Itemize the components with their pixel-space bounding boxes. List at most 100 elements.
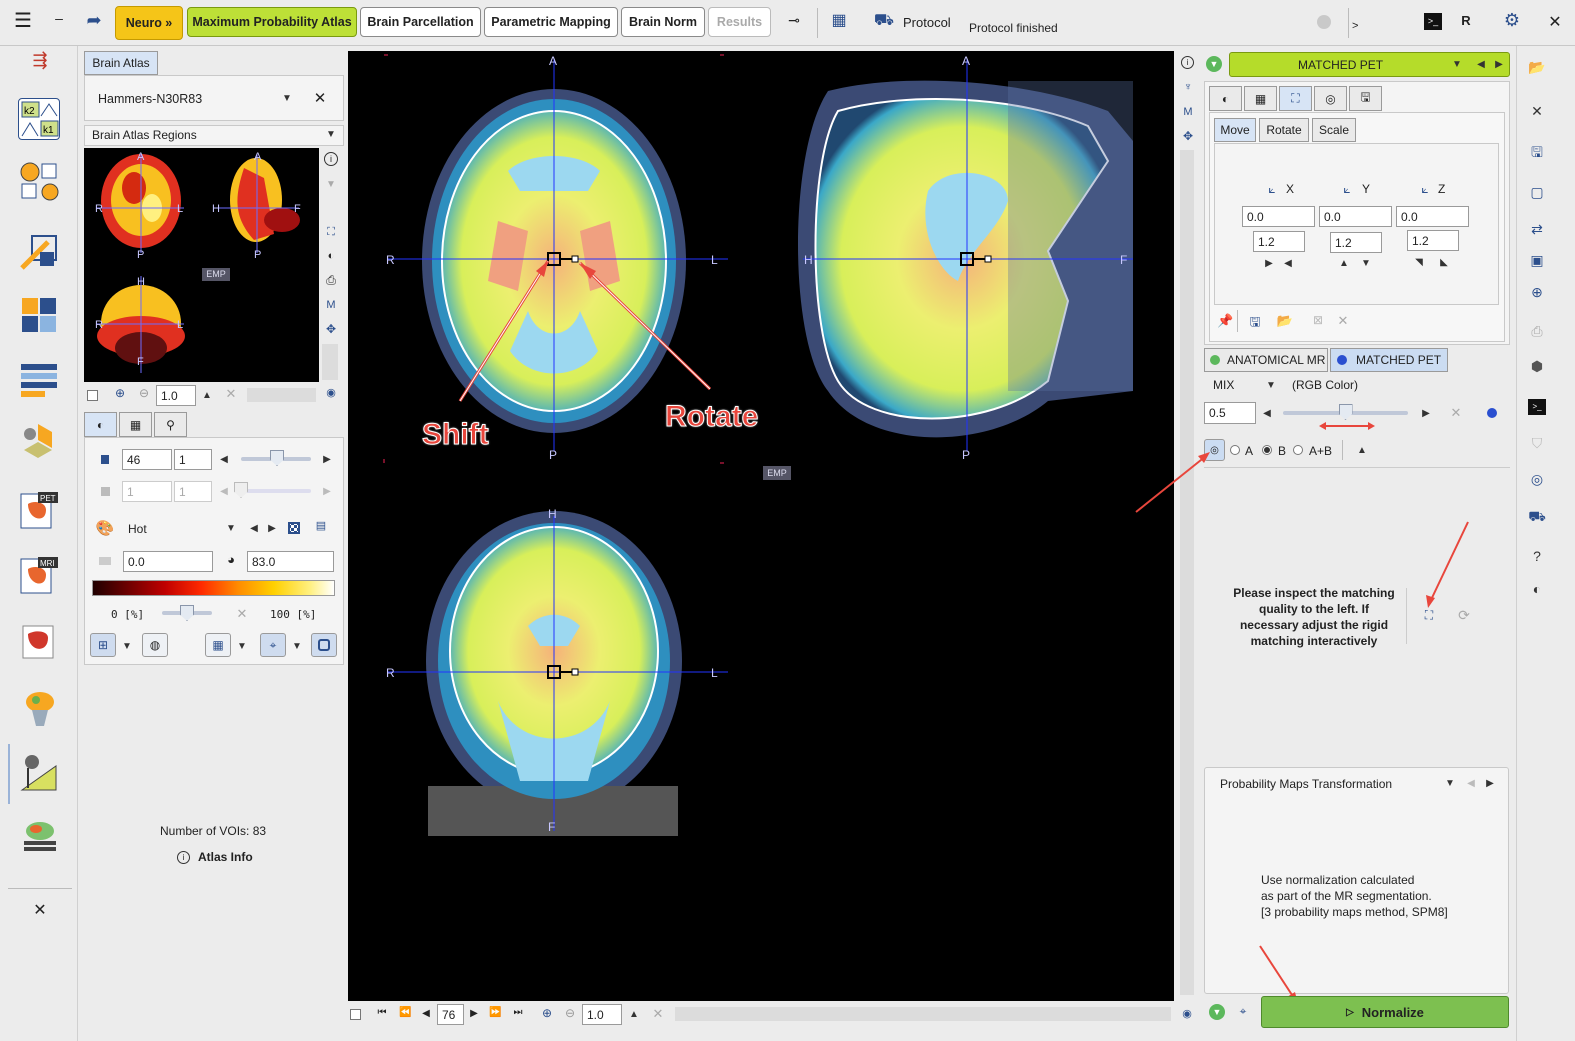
- mix-value-field[interactable]: 0.5: [1204, 402, 1256, 424]
- viewer-slice-field[interactable]: 76: [437, 1004, 464, 1025]
- rewind-icon[interactable]: ⏪: [399, 1007, 411, 1018]
- series-prev-icon[interactable]: ◀: [1476, 59, 1486, 70]
- mix-dropdown-icon[interactable]: ▼: [1265, 380, 1277, 391]
- mix-slider-thumb[interactable]: [1338, 404, 1353, 420]
- tab-match-signal[interactable]: ◎: [1314, 86, 1347, 111]
- z-step-field[interactable]: 1.2: [1407, 230, 1459, 251]
- workflow-pet-heart-icon[interactable]: PET: [18, 490, 60, 532]
- r-console-icon[interactable]: R: [1458, 13, 1474, 31]
- prev-slice-icon[interactable]: ◀: [421, 1008, 431, 1019]
- atlas-checkbox[interactable]: [87, 390, 98, 401]
- z-increase-icon[interactable]: ◥: [1413, 257, 1425, 268]
- y-offset-field[interactable]: 0.0: [1319, 206, 1392, 227]
- z-decrease-icon[interactable]: ◣: [1438, 257, 1450, 268]
- prob-maps-prev-icon[interactable]: ◀: [1466, 778, 1476, 789]
- contrast-toggle-icon[interactable]: ◐: [1526, 578, 1548, 600]
- y-step-field[interactable]: 1.2: [1330, 232, 1382, 253]
- reset-transform-icon[interactable]: ✕: [1336, 313, 1350, 329]
- viewer-scrollbar[interactable]: [1180, 150, 1194, 995]
- truck-icon[interactable]: ⛟: [1526, 505, 1548, 527]
- workflow-kinetic-icon[interactable]: k2 k1: [18, 98, 60, 140]
- series-next-icon[interactable]: ▶: [1494, 59, 1504, 70]
- workflow-puzzle-icon[interactable]: [18, 294, 60, 336]
- series-toggle-icon[interactable]: ▼: [1206, 56, 1222, 72]
- zoom-search-icon[interactable]: ⊕: [1526, 281, 1548, 303]
- regions-dropdown-icon[interactable]: ▼: [325, 129, 337, 140]
- next-slice-icon[interactable]: ▶: [469, 1008, 479, 1019]
- settings-gear-icon[interactable]: ⚙: [1500, 10, 1524, 34]
- viewer-settings-icon[interactable]: ✥: [1181, 129, 1195, 143]
- workflow-brain-norm-icon[interactable]: [18, 752, 60, 794]
- target-icon[interactable]: ◎: [1526, 468, 1548, 490]
- slice-prev-icon[interactable]: ◀: [219, 454, 229, 465]
- workflow-heart-icon[interactable]: [18, 620, 60, 662]
- menu-icon[interactable]: ☰: [12, 10, 34, 32]
- link-icon[interactable]: ⊸: [784, 12, 804, 32]
- save-transform-icon[interactable]: 🖫: [1247, 313, 1263, 335]
- tab-results[interactable]: Results: [708, 7, 771, 37]
- slice-next-icon[interactable]: ▶: [322, 454, 332, 465]
- grid-view-button[interactable]: ▦: [205, 633, 231, 657]
- atlas-remove-icon[interactable]: ✕: [312, 89, 328, 107]
- atlas-print-icon[interactable]: ⎙: [324, 273, 338, 288]
- x-step-field[interactable]: 1.2: [1253, 231, 1305, 252]
- load-transform-icon[interactable]: 📂: [1276, 313, 1294, 329]
- open-data-icon[interactable]: 📂: [1526, 56, 1548, 78]
- atlas-camera-icon[interactable]: ◉: [324, 386, 338, 399]
- atlas-zoom-in-icon[interactable]: ⊕: [113, 386, 127, 400]
- layout-button[interactable]: ⊞: [90, 633, 116, 657]
- console-icon[interactable]: >_: [1528, 399, 1546, 415]
- atlas-contrast-icon[interactable]: ◐: [324, 250, 338, 262]
- render-3d-icon[interactable]: ⬢: [1526, 355, 1548, 377]
- frame-outline-icon[interactable]: ▢: [1526, 181, 1548, 203]
- max-field[interactable]: 83.0: [247, 551, 334, 572]
- x-decrease-icon[interactable]: ◀: [1283, 258, 1293, 269]
- x-offset-field[interactable]: 0.0: [1242, 206, 1315, 227]
- delete-transform-icon[interactable]: ⊠: [1311, 313, 1325, 327]
- printer-icon[interactable]: ⎙: [1526, 320, 1548, 342]
- pin-icon[interactable]: 📌: [1217, 313, 1233, 329]
- workflow-import-icon[interactable]: ⇶: [22, 50, 58, 72]
- workflow-brain-statue-icon[interactable]: [18, 688, 60, 730]
- colormap-save-icon[interactable]: ▤: [314, 519, 328, 532]
- prob-maps-dropdown-icon[interactable]: ▼: [1444, 778, 1456, 789]
- mix-next-icon[interactable]: ▶: [1421, 408, 1431, 419]
- viewer-zoom-out-icon[interactable]: ⊖: [563, 1006, 577, 1020]
- blend-collapse-icon[interactable]: ▲: [1356, 445, 1368, 456]
- viewer-checkbox[interactable]: [350, 1009, 361, 1020]
- tab-move[interactable]: Move: [1214, 118, 1256, 142]
- tab-brain-norm[interactable]: Brain Norm: [621, 7, 705, 37]
- crosshair-button[interactable]: ⌖: [260, 633, 286, 657]
- series-dropdown-icon[interactable]: ▼: [1451, 59, 1463, 70]
- viewer-m-icon[interactable]: M: [1181, 106, 1195, 118]
- atlas-collapse-icon[interactable]: ▼: [325, 179, 337, 190]
- sidebar-close-icon[interactable]: ✕: [30, 900, 50, 920]
- pct-reset-icon[interactable]: ✕: [235, 606, 249, 622]
- atlas-zoom-reset-icon[interactable]: ✕: [224, 386, 238, 402]
- fast-forward-icon[interactable]: ⏩: [489, 1007, 501, 1018]
- atlas-scrollbar[interactable]: [322, 344, 338, 380]
- terminal-icon[interactable]: >_: [1424, 13, 1442, 30]
- mix-color-dot-icon[interactable]: [1487, 408, 1497, 418]
- refresh-icon[interactable]: ⟳: [1456, 607, 1472, 624]
- square-button[interactable]: [311, 633, 337, 657]
- z-offset-field[interactable]: 0.0: [1396, 206, 1469, 227]
- neuro-button[interactable]: Neuro »: [115, 6, 183, 40]
- grid-dropdown-icon[interactable]: ▼: [237, 641, 247, 652]
- layout-dropdown-icon[interactable]: ▼: [122, 641, 132, 652]
- workflow-stack-brain-icon[interactable]: [18, 815, 60, 857]
- colormap-prev-icon[interactable]: ◀: [249, 523, 259, 534]
- protocol-icon[interactable]: ⛟: [872, 11, 896, 33]
- y-decrease-icon[interactable]: ▼: [1360, 258, 1372, 269]
- radio-ab[interactable]: [1293, 445, 1303, 455]
- y-increase-icon[interactable]: ▲: [1338, 258, 1350, 269]
- tab-match-grid[interactable]: ▦: [1244, 86, 1277, 111]
- tab-rotate[interactable]: Rotate: [1259, 118, 1309, 142]
- radio-a[interactable]: [1230, 445, 1240, 455]
- open-folder-icon[interactable]: ➦: [82, 10, 106, 34]
- workflow-table-icon[interactable]: [18, 358, 60, 400]
- viewer-zoom-reset-icon[interactable]: ✕: [651, 1006, 665, 1022]
- adjust-matching-icon[interactable]: ⛶: [1421, 608, 1437, 623]
- atlas-settings-icon[interactable]: ✥: [324, 322, 338, 336]
- atlas-info-icon[interactable]: i: [324, 152, 338, 166]
